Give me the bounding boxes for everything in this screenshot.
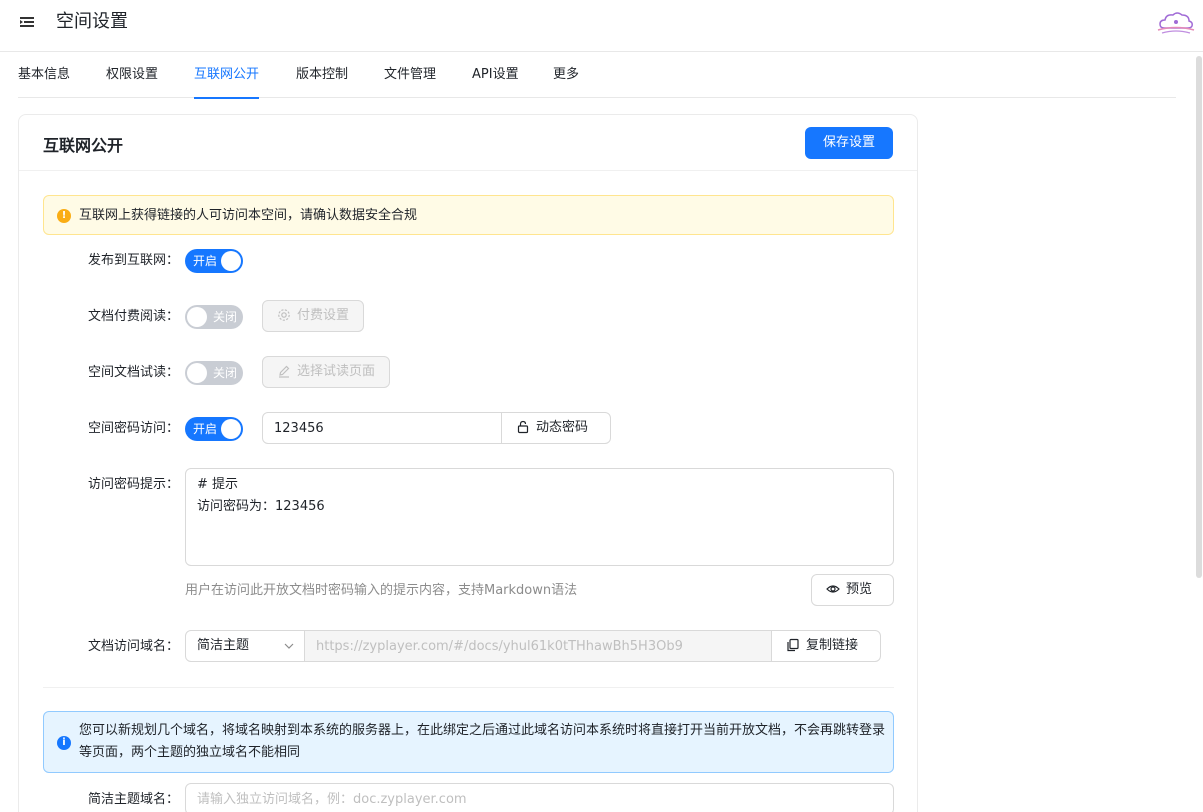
paid-settings-button[interactable]: 付费设置 <box>262 300 365 332</box>
menu-fold-icon[interactable] <box>18 13 36 31</box>
tab-version-control[interactable]: 版本控制 <box>296 52 348 98</box>
preview-button[interactable]: 预览 <box>811 574 894 606</box>
save-button[interactable]: 保存设置 <box>805 127 893 159</box>
page-title: 空间设置 <box>56 11 128 32</box>
info-alert: i 您可以新规划几个域名，将域名映射到本系统的服务器上，在此绑定之后通过此域名访… <box>43 711 894 773</box>
warning-alert: ! 互联网上获得链接的人可访问本空间，请确认数据安全合规 <box>43 195 894 235</box>
lock-icon <box>517 420 529 433</box>
copy-link-label: 复制链接 <box>806 638 859 653</box>
switch-knob <box>221 419 241 439</box>
paid-read-label: 文档付费阅读： <box>87 309 179 324</box>
password-input[interactable] <box>262 412 502 444</box>
info-alert-text: 您可以新规划几个域名，将域名映射到本系统的服务器上，在此绑定之后通过此域名访问本… <box>79 723 886 760</box>
tab-api-settings[interactable]: API设置 <box>472 52 519 98</box>
password-hint-help: 用户在访问此开放文档时密码输入的提示内容，支持Markdown语法 <box>185 583 578 598</box>
dynamic-password-button[interactable]: 动态密码 <box>501 412 611 444</box>
doc-url-input <box>304 630 772 662</box>
doc-domain-label: 文档访问域名： <box>87 639 179 654</box>
publish-label: 发布到互联网： <box>87 253 179 268</box>
gear-icon <box>278 308 290 321</box>
publish-switch-text: 开启 <box>193 254 218 268</box>
card-title: 互联网公开 <box>43 136 124 155</box>
logo-icon <box>1157 12 1195 34</box>
select-trial-pages-button[interactable]: 选择试读页面 <box>262 356 391 388</box>
section-divider <box>43 687 894 688</box>
card-header: 互联网公开 保存设置 <box>19 115 917 171</box>
copy-link-button[interactable]: 复制链接 <box>771 630 881 662</box>
top-bar: 空间设置 <box>0 0 1203 52</box>
password-access-switch-text: 开启 <box>193 422 218 436</box>
paid-read-switch[interactable]: 关闭 <box>185 305 243 329</box>
simple-domain-input[interactable] <box>185 783 894 812</box>
page-scrollbar[interactable] <box>1196 56 1202 578</box>
trial-read-label: 空间文档试读： <box>87 365 179 380</box>
theme-select[interactable]: 简洁主题 <box>185 630 305 662</box>
info-icon: i <box>57 736 71 750</box>
switch-knob <box>187 307 207 327</box>
copy-icon <box>787 638 799 651</box>
password-access-switch[interactable]: 开启 <box>185 417 243 441</box>
warning-icon: ! <box>57 209 71 223</box>
switch-knob <box>221 251 241 271</box>
chevron-down-icon <box>284 643 294 649</box>
settings-card: 互联网公开 保存设置 ! 互联网上获得链接的人可访问本空间，请确认数据安全合规 … <box>18 114 918 812</box>
edit-icon <box>279 365 290 378</box>
tab-permissions[interactable]: 权限设置 <box>106 52 158 98</box>
select-trial-pages-label: 选择试读页面 <box>297 364 376 379</box>
paid-read-switch-text: 关闭 <box>212 310 237 324</box>
paid-settings-label: 付费设置 <box>297 308 350 323</box>
publish-switch[interactable]: 开启 <box>185 249 243 273</box>
preview-label: 预览 <box>846 582 873 597</box>
eye-icon <box>826 584 840 593</box>
tab-internet-public[interactable]: 互联网公开 <box>194 52 260 99</box>
tab-basic-info[interactable]: 基本信息 <box>18 52 70 98</box>
password-access-label: 空间密码访问： <box>87 421 179 436</box>
theme-select-value: 简洁主题 <box>197 638 250 653</box>
trial-read-switch[interactable]: 关闭 <box>185 361 243 385</box>
tab-more[interactable]: 更多 <box>553 52 579 98</box>
password-hint-label: 访问密码提示： <box>87 477 179 492</box>
password-hint-textarea[interactable]: # 提示 访问密码为：123456 <box>185 468 894 566</box>
simple-domain-label: 简洁主题域名： <box>87 792 179 807</box>
dynamic-password-label: 动态密码 <box>536 420 589 435</box>
switch-knob <box>187 363 207 383</box>
trial-read-switch-text: 关闭 <box>212 366 237 380</box>
warning-alert-text: 互联网上获得链接的人可访问本空间，请确认数据安全合规 <box>79 208 418 223</box>
tab-file-management[interactable]: 文件管理 <box>384 52 436 98</box>
settings-tabs: 基本信息 权限设置 互联网公开 版本控制 文件管理 API设置 更多 <box>18 52 1176 99</box>
